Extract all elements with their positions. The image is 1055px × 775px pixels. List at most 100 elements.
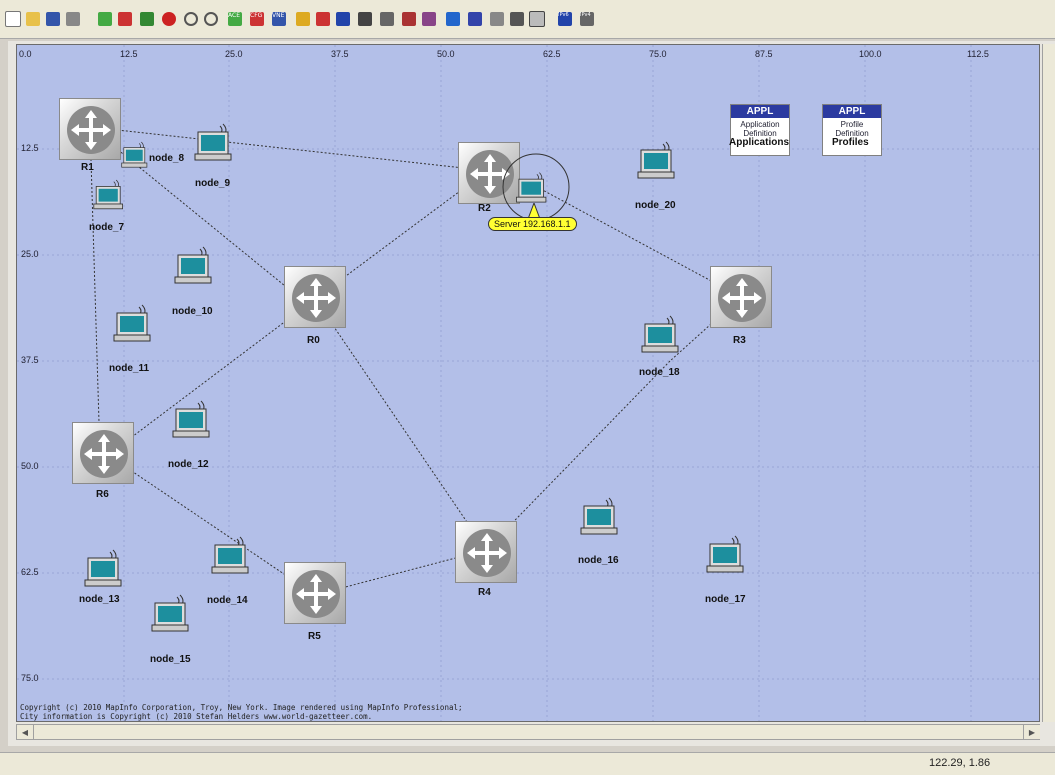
node-label: node_12	[168, 459, 209, 470]
laptop-node-9[interactable]	[194, 122, 234, 166]
server-tooltip: Server 192.168.1.1	[488, 217, 577, 231]
laptop-node-14[interactable]	[211, 535, 251, 579]
laptop-node-8[interactable]	[121, 140, 149, 172]
model-icon[interactable]	[378, 10, 396, 28]
x-tick: 100.0	[859, 49, 882, 59]
status-bar: 122.29, 1.86	[0, 752, 1055, 775]
x-tick: 50.0	[437, 49, 455, 59]
link-icon[interactable]	[356, 10, 374, 28]
x-tick: 12.5	[120, 49, 138, 59]
view-icon[interactable]	[528, 10, 546, 28]
router-r6[interactable]	[72, 422, 134, 484]
laptop-node-16[interactable]	[580, 496, 620, 540]
zoom-out-icon[interactable]	[202, 10, 220, 28]
ipv6-icon[interactable]: IPv6	[556, 10, 574, 28]
export-icon[interactable]	[116, 10, 134, 28]
router-label: R0	[307, 335, 320, 346]
link-r1-r2	[89, 126, 492, 172]
x-tick: 62.5	[543, 49, 561, 59]
node-label: node_8	[149, 153, 185, 164]
router-r0[interactable]	[284, 266, 346, 328]
run-icon[interactable]	[420, 10, 438, 28]
x-tick: 0.0	[19, 49, 32, 59]
node-label: node_9	[195, 178, 231, 189]
node-label: node_7	[89, 222, 125, 233]
node-icon[interactable]	[334, 10, 352, 28]
node-label: node_16	[578, 555, 619, 566]
laptop-node-18[interactable]	[641, 314, 681, 358]
scroll-left-icon[interactable]: ◀	[17, 725, 34, 739]
vertical-scrollbar[interactable]	[1042, 44, 1055, 722]
router-r1[interactable]	[59, 98, 121, 160]
laptop-node-15[interactable]	[151, 593, 191, 637]
x-tick: 112.5	[967, 49, 989, 59]
x-tick: 87.5	[755, 49, 773, 59]
router-r5[interactable]	[284, 562, 346, 624]
router-label: R3	[733, 335, 746, 346]
node-label: node_13	[79, 594, 120, 605]
node-label: node_17	[705, 594, 746, 605]
y-tick: 12.5	[21, 143, 39, 153]
y-tick: 25.0	[21, 249, 39, 259]
results-icon[interactable]	[444, 10, 462, 28]
router-r4[interactable]	[455, 521, 517, 583]
router-icon	[463, 529, 511, 577]
appl-header: APPL	[731, 105, 789, 118]
copyright-line1: Copyright (c) 2010 MapInfo Corporation, …	[20, 703, 463, 712]
applications-label: Applications	[729, 137, 790, 148]
application-definition[interactable]: APPL Application Definition	[730, 104, 790, 156]
router-icon	[67, 106, 115, 154]
node-label: node_20	[635, 200, 676, 211]
vne-icon[interactable]: VNE	[270, 10, 288, 28]
router-label: R5	[308, 631, 321, 642]
cfg-icon[interactable]: CFG	[248, 10, 266, 28]
scroll-right-icon[interactable]: ▶	[1023, 725, 1040, 739]
ace-icon[interactable]: ACE	[226, 10, 244, 28]
node-label: node_14	[207, 595, 248, 606]
laptop-node-7[interactable]	[93, 178, 125, 214]
y-tick: 75.0	[21, 673, 39, 683]
subnet-icon[interactable]	[400, 10, 418, 28]
profile-line1: Profile	[840, 120, 864, 129]
statistics-icon[interactable]	[466, 10, 484, 28]
router-label: R1	[81, 162, 94, 173]
profile-definition[interactable]: APPL Profile Definition	[822, 104, 882, 156]
link-r0-r4	[314, 298, 487, 551]
node-label: node_10	[172, 306, 213, 317]
server-node[interactable]	[515, 171, 549, 207]
cursor-coordinates: 122.29, 1.86	[929, 757, 991, 769]
ipv4-icon[interactable]: IPv4	[578, 10, 596, 28]
config-icon[interactable]	[138, 10, 156, 28]
logs-icon[interactable]	[488, 10, 506, 28]
laptop-node-13[interactable]	[84, 548, 124, 592]
router-r3[interactable]	[710, 266, 772, 328]
zoom-in-icon[interactable]	[182, 10, 200, 28]
y-tick: 50.0	[21, 461, 39, 471]
horizontal-scrollbar[interactable]: ◀ ▶	[16, 724, 1040, 740]
main-toolbar: ACE CFG VNE IPv6 IPv4	[0, 0, 1055, 39]
appl-header: APPL	[823, 105, 881, 118]
copyright-notice: Copyright (c) 2010 MapInfo Corporation, …	[20, 703, 463, 721]
y-tick: 37.5	[21, 355, 39, 365]
failure-icon[interactable]	[160, 10, 178, 28]
topology-icon[interactable]	[314, 10, 332, 28]
laptop-node-20[interactable]	[637, 140, 677, 184]
network-canvas[interactable]: 0.0 12.5 25.0 37.5 50.0 62.5 75.0 87.5 1…	[16, 44, 1040, 722]
new-project-icon[interactable]	[4, 10, 22, 28]
laptop-node-11[interactable]	[113, 303, 153, 347]
router-icon	[718, 274, 766, 322]
save-icon[interactable]	[44, 10, 62, 28]
open-folder-icon[interactable]	[24, 10, 42, 28]
link-r1-r6	[89, 126, 101, 456]
router-label: R2	[478, 203, 491, 214]
x-tick: 75.0	[649, 49, 667, 59]
laptop-node-12[interactable]	[172, 399, 212, 443]
print-icon[interactable]	[64, 10, 82, 28]
router-label: R6	[96, 489, 109, 500]
edit-icon[interactable]	[508, 10, 526, 28]
objects-icon[interactable]	[294, 10, 312, 28]
x-tick: 37.5	[331, 49, 349, 59]
laptop-node-17[interactable]	[706, 534, 746, 578]
laptop-node-10[interactable]	[174, 245, 214, 289]
import-icon[interactable]	[96, 10, 114, 28]
